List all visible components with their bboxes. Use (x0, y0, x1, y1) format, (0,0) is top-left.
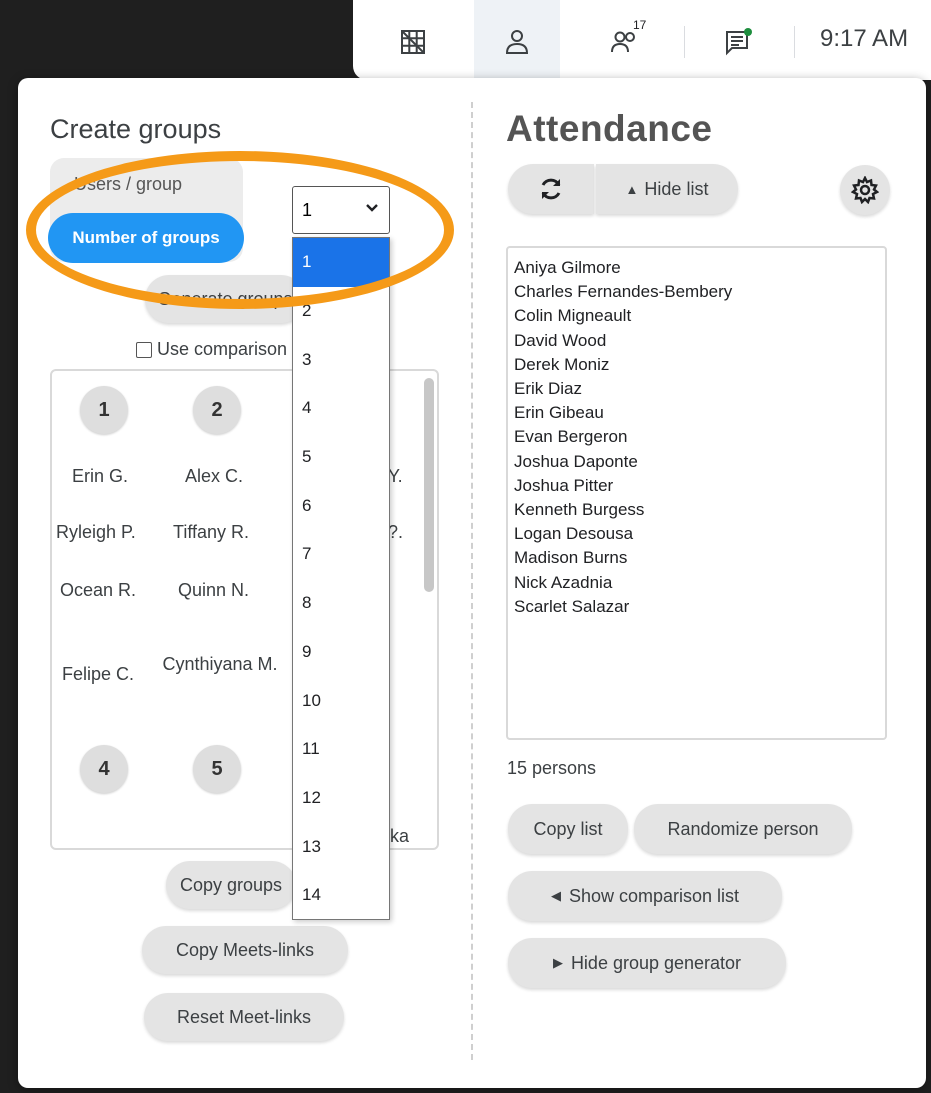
toolbar-separator (684, 26, 685, 58)
group-member: Felipe C. (62, 664, 135, 684)
triangle-right-icon: ▶ (552, 955, 563, 970)
dropdown-option[interactable]: 10 (293, 676, 389, 725)
attendee-name: Colin Migneault (514, 306, 632, 326)
people-icon[interactable]: 17 (605, 18, 646, 62)
triangle-left-icon: ◀ (550, 888, 561, 903)
dropdown-option[interactable]: 8 (293, 579, 389, 628)
show-comparison-list-label: Show comparison list (568, 885, 740, 906)
hide-group-generator-label: Hide group generator (570, 952, 742, 973)
attendee-name: Erik Diaz (514, 379, 583, 399)
copy-groups-button[interactable]: Copy groups (166, 861, 296, 909)
use-comparison-label: Use comparison list (157, 339, 315, 359)
hide-group-generator-button[interactable]: ▶ Hide group generator (508, 938, 786, 988)
randomize-person-label: Randomize person (667, 818, 819, 839)
dropdown-option[interactable]: 3 (293, 335, 389, 384)
attendee-name: Evan Bergeron (514, 427, 628, 447)
dropdown-option[interactable]: 6 (293, 481, 389, 530)
gear-icon (851, 176, 879, 204)
attendee-name: Kenneth Burgess (514, 500, 645, 520)
person-icon[interactable] (497, 22, 537, 62)
create-groups-title: Create groups (50, 114, 222, 144)
attendee-name: Erin Gibeau (514, 403, 604, 423)
attendee-name: Derek Moniz (514, 354, 610, 374)
refresh-icon (541, 178, 561, 200)
attendee-name: Logan Desousa (514, 524, 634, 544)
group-member: Erin G. (72, 466, 129, 486)
grid-off-icon[interactable] (393, 22, 433, 62)
refresh-button[interactable] (508, 164, 594, 214)
copy-meets-links-label: Copy Meets-links (175, 939, 315, 960)
attendee-name: Joshua Pitter (514, 475, 614, 495)
dropdown-option[interactable]: 13 (293, 822, 389, 871)
attendee-name: David Wood (514, 330, 607, 350)
chat-icon[interactable] (718, 22, 758, 62)
dropdown-option[interactable]: 9 (293, 628, 389, 677)
dropdown-option[interactable]: 11 (293, 725, 389, 774)
triangle-up-icon: ▲ (625, 181, 639, 197)
group-member: Quinn N. (178, 580, 250, 600)
group-number-badge: 4 (80, 745, 128, 793)
group-number-badge: 5 (193, 745, 241, 793)
group-number-badge: 2 (193, 386, 241, 434)
participants-count: 17 (633, 18, 647, 32)
attendee-name: Joshua Daponte (514, 451, 638, 471)
randomize-person-button[interactable]: Randomize person (634, 804, 852, 854)
highlight-annotation (26, 151, 454, 309)
group-count-dropdown: 1 2 3 4 5 6 7 8 9 10 11 12 13 14 (292, 237, 390, 920)
group-number-badge: 1 (80, 386, 128, 434)
copy-meets-links-button[interactable]: Copy Meets-links (142, 926, 348, 974)
person-count: 15 persons (507, 758, 597, 778)
group-member-partial: ka (390, 826, 410, 846)
attendance-list[interactable]: Aniya Gilmore Charles Fernandes-Bembery … (506, 246, 887, 740)
attendee-name: Scarlet Salazar (514, 596, 630, 616)
show-comparison-list-button[interactable]: ◀ Show comparison list (508, 871, 782, 921)
attendee-name: Charles Fernandes-Bembery (514, 282, 733, 302)
dropdown-option[interactable]: 4 (293, 384, 389, 433)
hide-list-label: Hide list (644, 178, 709, 199)
dropdown-option[interactable]: 14 (293, 871, 389, 920)
clock-time: 9:17 AM (820, 25, 909, 52)
use-comparison-checkbox[interactable] (136, 341, 152, 358)
dropdown-option[interactable]: 5 (293, 433, 389, 482)
toolbar-separator (794, 26, 795, 58)
attendee-name: Aniya Gilmore (514, 258, 621, 277)
use-comparison-row[interactable]: Use comparison list (136, 339, 314, 360)
group-member: Ocean R. (60, 580, 137, 600)
dropdown-option[interactable]: 12 (293, 774, 389, 823)
copy-list-button[interactable]: Copy list (508, 804, 628, 854)
reset-meet-links-label: Reset Meet-links (176, 1006, 312, 1027)
group-member: Alex C. (185, 466, 244, 486)
meet-toolbar: 17 9:17 AM (353, 0, 931, 80)
panel-divider (471, 102, 473, 1060)
hide-list-button[interactable]: ▲ Hide list (596, 164, 738, 214)
attendee-name: Madison Burns (514, 548, 628, 568)
group-member-partial: Y. (388, 466, 403, 486)
copy-list-label: Copy list (533, 818, 603, 839)
reset-meet-links-button[interactable]: Reset Meet-links (144, 993, 344, 1041)
attendee-name: Nick Azadnia (514, 572, 613, 592)
attendance-title: Attendance (506, 108, 713, 149)
dropdown-option[interactable]: 7 (293, 530, 389, 579)
group-member: Ryleigh P. (56, 522, 136, 542)
groups-scrollbar[interactable] (424, 378, 434, 592)
group-member: Tiffany R. (173, 522, 250, 542)
settings-button[interactable] (840, 165, 890, 215)
group-member-partial: ?. (388, 522, 404, 542)
copy-groups-label: Copy groups (179, 874, 283, 895)
group-member: Cynthiyana M. (162, 654, 278, 674)
